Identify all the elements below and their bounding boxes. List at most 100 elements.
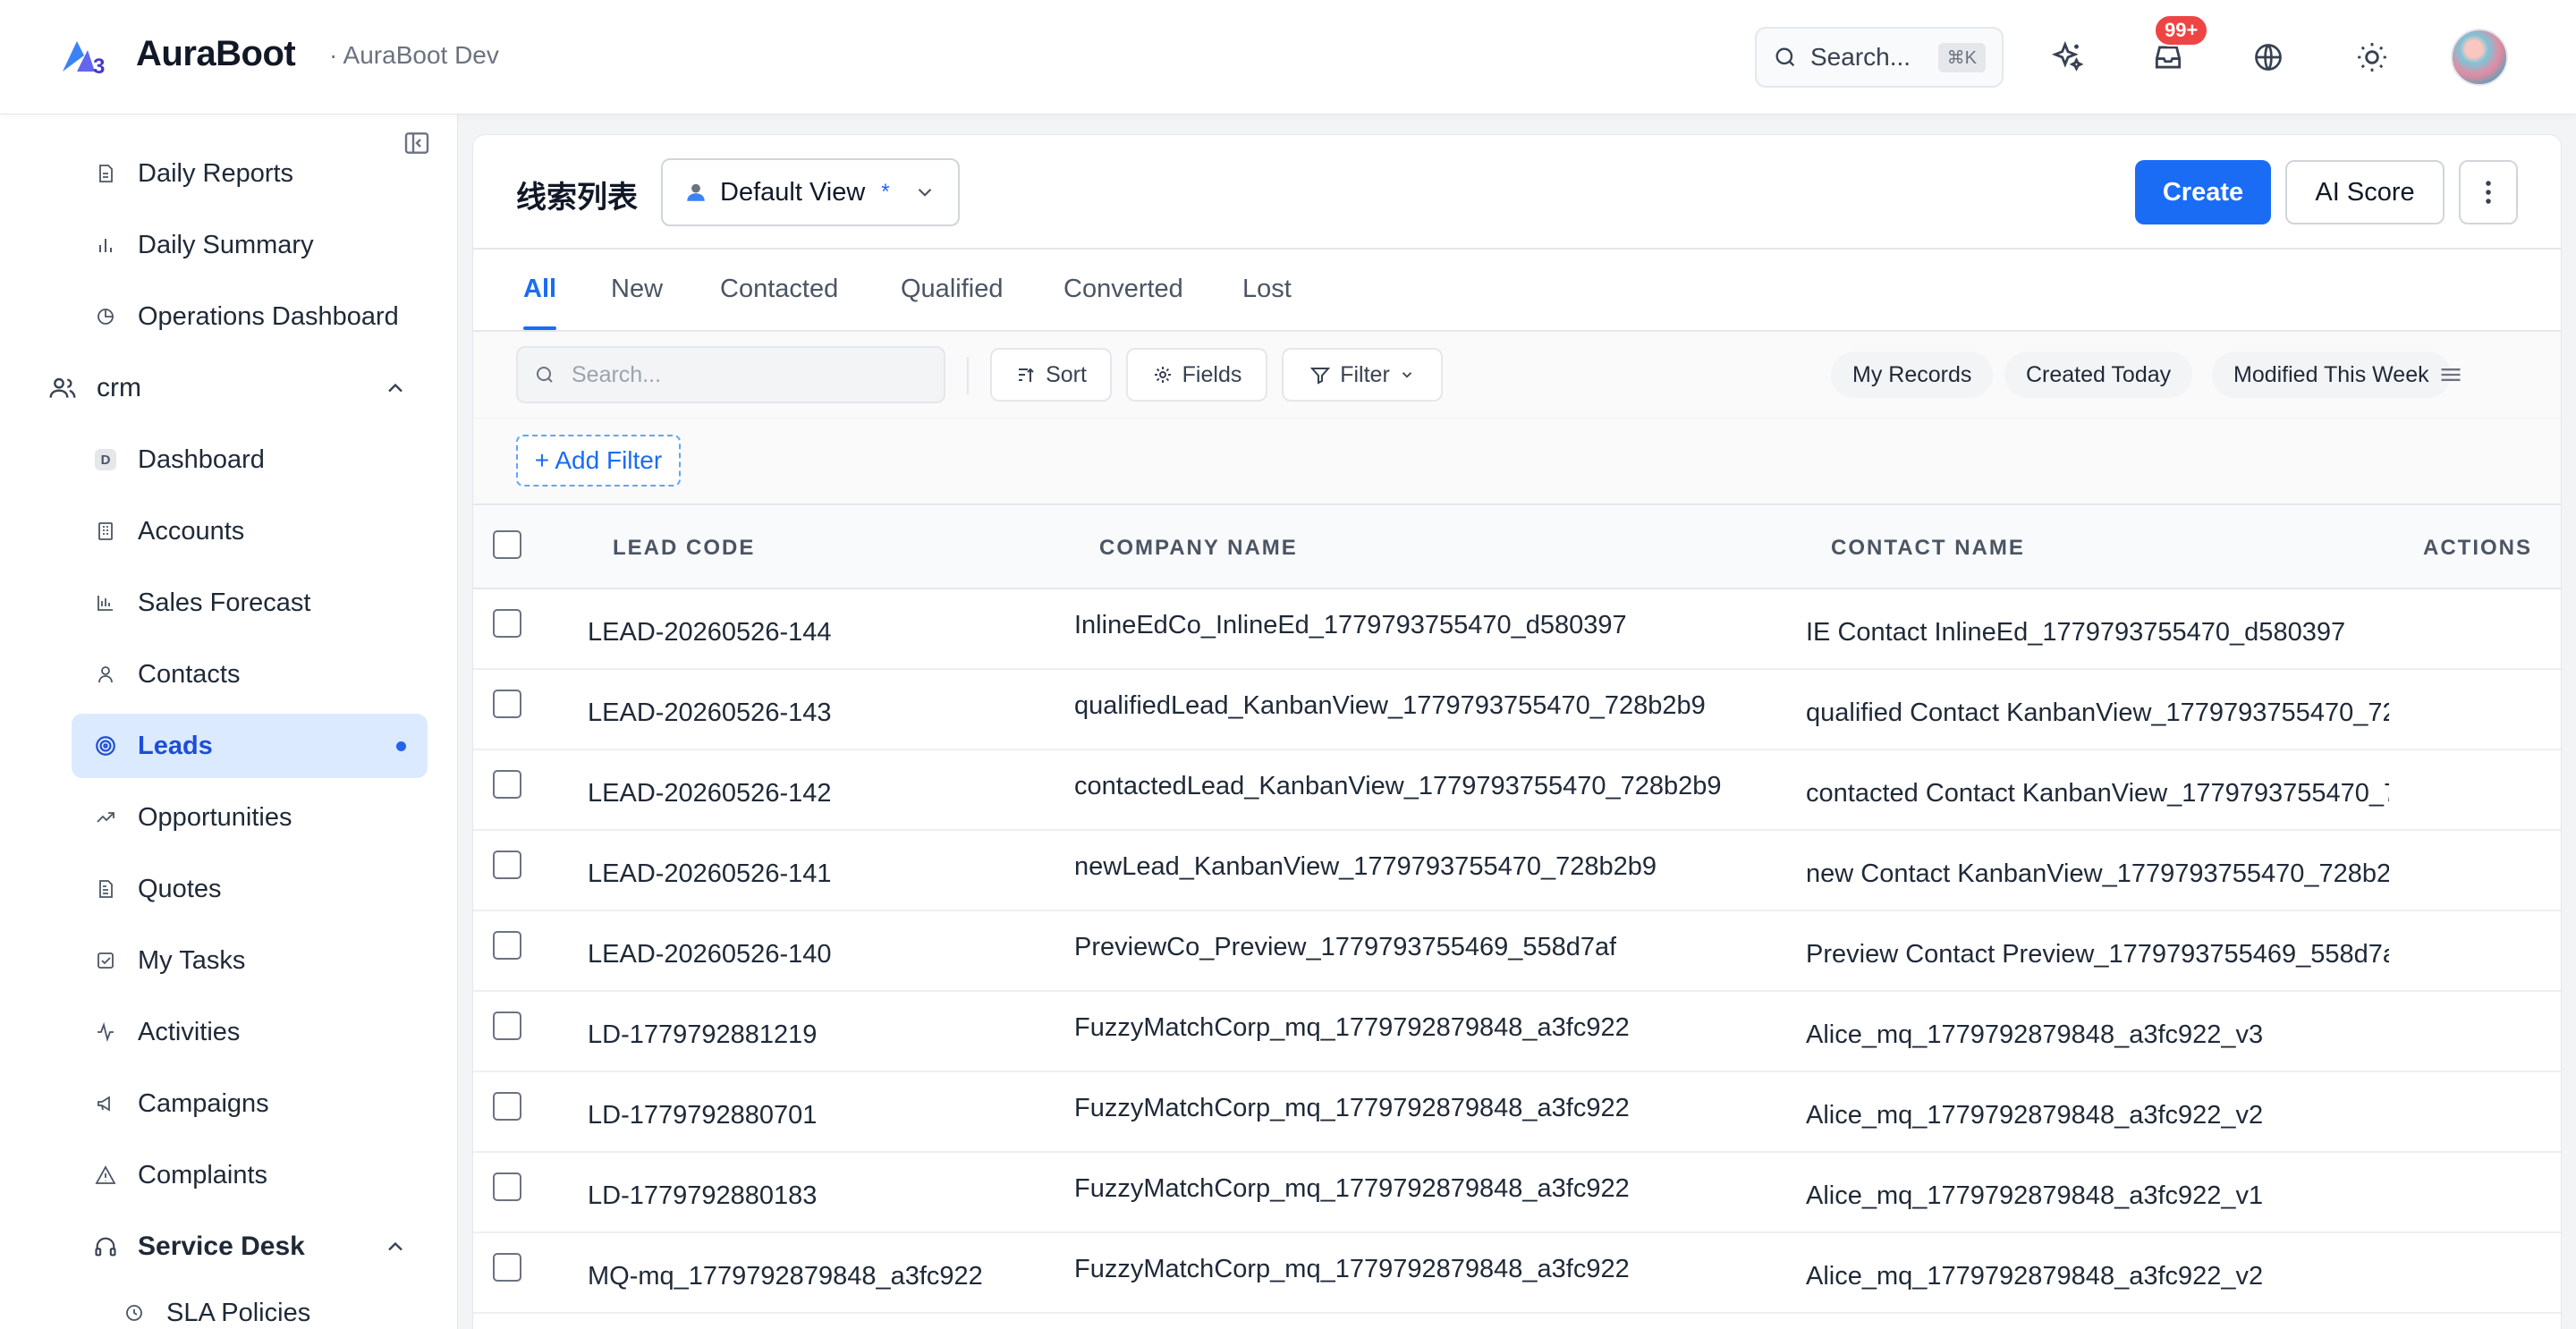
ai-sparkle-button[interactable] — [2046, 36, 2089, 79]
row-checkbox[interactable] — [493, 1092, 521, 1121]
add-filter-button[interactable]: + Add Filter — [516, 435, 681, 487]
more-actions-button[interactable] — [2459, 160, 2518, 224]
sidebar-item-quotes[interactable]: Quotes — [72, 857, 428, 921]
active-indicator-dot — [396, 741, 406, 751]
sidebar-item-label: My Tasks — [138, 945, 246, 975]
company-name-cell: FuzzyMatchCorp_mq_1779792879848_a3fc922 — [1074, 1255, 1630, 1283]
row-checkbox[interactable] — [493, 770, 521, 799]
lead-code-cell[interactable]: LD-1779792881219 — [588, 1020, 817, 1050]
sidebar-item-sales-forecast[interactable]: Sales Forecast — [72, 571, 428, 635]
menu-lines-icon[interactable] — [2437, 362, 2464, 387]
tab-lost[interactable]: Lost — [1242, 248, 1292, 330]
sidebar-item-campaigns[interactable]: Campaigns — [72, 1071, 428, 1136]
tab-qualified[interactable]: Qualified — [901, 248, 1003, 330]
tab-contacted[interactable]: Contacted — [720, 248, 838, 330]
lead-code-cell[interactable]: LEAD-20260526-144 — [588, 618, 831, 648]
tab-converted[interactable]: Converted — [1063, 248, 1183, 330]
view-selector[interactable]: Default View * — [661, 158, 960, 226]
lead-code-cell[interactable]: LD-1779792880701 — [588, 1101, 817, 1130]
column-header-actions: ACTIONS — [2423, 536, 2532, 560]
table-row[interactable]: LEAD-20260526-144 InlineEdCo_InlineEd_17… — [473, 589, 2561, 670]
sidebar-item-my-tasks[interactable]: My Tasks — [72, 928, 428, 993]
lead-code-cell[interactable]: LD-1779792880183 — [588, 1181, 817, 1211]
lead-code-cell[interactable]: MQ-mq_1779792879848_a3fc922 — [588, 1262, 983, 1291]
top-header: 3 AuraBoot · AuraBoot Dev Search... ⌘K 9… — [0, 0, 2576, 114]
sidebar-item-daily-summary[interactable]: Daily Summary — [72, 213, 428, 277]
brand-name[interactable]: AuraBoot — [136, 34, 296, 74]
column-header-contact-name[interactable]: CONTACT NAME — [1831, 536, 2025, 561]
theme-toggle-button[interactable] — [2351, 36, 2394, 79]
ai-score-button[interactable]: AI Score — [2285, 160, 2445, 224]
search-icon — [1775, 47, 1795, 67]
table-row[interactable]: LEAD-20260526-142 contactedLead_KanbanVi… — [473, 750, 2561, 831]
company-name-cell: PreviewCo_Preview_1779793755469_558d7af — [1074, 933, 1617, 961]
sort-button[interactable]: Sort — [990, 348, 1112, 402]
quick-filter-modified-this-week[interactable]: Modified This Week — [2212, 351, 2451, 398]
sidebar-item-contacts[interactable]: Contacts — [72, 642, 428, 707]
row-checkbox[interactable] — [493, 1012, 521, 1040]
create-button[interactable]: Create — [2135, 160, 2271, 224]
table-row[interactable]: LEAD-20260526-141 newLead_KanbanView_177… — [473, 831, 2561, 911]
company-name-cell: InlineEdCo_InlineEd_1779793755470_d58039… — [1074, 611, 1627, 639]
sparkle-icon — [2051, 40, 2084, 72]
table-row[interactable]: LEAD-20260526-143 qualifiedLead_KanbanVi… — [473, 670, 2561, 750]
column-header-company-name[interactable]: COMPANY NAME — [1099, 536, 1298, 561]
environment-label: · AuraBoot Dev — [329, 41, 499, 69]
sidebar-item-activities[interactable]: Activities — [72, 1000, 428, 1064]
tab-all[interactable]: All — [523, 248, 557, 330]
more-vertical-icon — [2486, 181, 2491, 204]
contact-name-cell: Alice_mq_1779792879848_a3fc922_v2 — [1806, 1101, 2264, 1130]
lead-code-cell[interactable]: LEAD-20260526-143 — [588, 698, 831, 728]
sun-icon — [2358, 43, 2386, 72]
quick-filter-created-today[interactable]: Created Today — [2004, 351, 2193, 398]
table-row[interactable]: LD-1779792880701 FuzzyMatchCorp_mq_17797… — [473, 1072, 2561, 1153]
sidebar-item-dashboard[interactable]: D Dashboard — [72, 427, 428, 492]
auraboot-logo-icon[interactable]: 3 — [59, 36, 111, 77]
filter-button[interactable]: Filter — [1282, 348, 1443, 402]
file-icon — [99, 165, 113, 182]
sidebar-item-daily-reports[interactable]: Daily Reports — [72, 141, 428, 206]
select-all-checkbox[interactable] — [493, 530, 521, 559]
user-avatar[interactable] — [2451, 29, 2508, 86]
fields-button[interactable]: Fields — [1126, 348, 1267, 402]
sidebar-item-opportunities[interactable]: Opportunities — [72, 785, 428, 850]
column-header-lead-code[interactable]: LEAD CODE — [613, 536, 755, 561]
global-search[interactable]: Search... ⌘K — [1755, 27, 2004, 88]
table-row[interactable]: LEAD-20260526-140 PreviewCo_Preview_1779… — [473, 911, 2561, 992]
company-name-cell: qualifiedLead_KanbanView_1779793755470_7… — [1074, 691, 1706, 720]
row-checkbox[interactable] — [493, 1172, 521, 1201]
row-checkbox[interactable] — [493, 931, 521, 960]
sidebar-group-service-desk[interactable]: Service Desk — [72, 1215, 428, 1279]
sidebar-item-label: Quotes — [138, 874, 222, 903]
table-row[interactable]: LD-1779792881219 FuzzyMatchCorp_mq_17797… — [473, 992, 2561, 1072]
quick-filter-my-records[interactable]: My Records — [1831, 351, 1994, 398]
megaphone-icon — [97, 1096, 110, 1112]
activity-icon — [97, 1021, 114, 1043]
sidebar-item-accounts[interactable]: Accounts — [72, 499, 428, 563]
list-search-placeholder: Search... — [572, 361, 662, 387]
sidebar-item-leads[interactable]: Leads — [72, 714, 428, 778]
sidebar-item-operations-dashboard[interactable]: Operations Dashboard — [72, 284, 428, 349]
table-row[interactable]: MQ-mq_1779792879848_a3fc922 FuzzyMatchCo… — [473, 1233, 2561, 1314]
table-row[interactable]: LD-1779792880183 FuzzyMatchCorp_mq_17797… — [473, 1153, 2561, 1233]
company-name-cell: FuzzyMatchCorp_mq_1779792879848_a3fc922 — [1074, 1094, 1630, 1122]
chevron-down-icon — [1402, 372, 1411, 378]
list-search-input[interactable]: Search... — [516, 346, 945, 403]
row-checkbox[interactable] — [493, 1253, 521, 1282]
lead-code-cell[interactable]: LEAD-20260526-142 — [588, 779, 831, 808]
sidebar-item-complaints[interactable]: Complaints — [72, 1143, 428, 1207]
language-button[interactable] — [2247, 36, 2290, 79]
row-checkbox[interactable] — [493, 609, 521, 638]
lead-code-cell[interactable]: LEAD-20260526-140 — [588, 940, 831, 969]
row-checkbox[interactable] — [493, 851, 521, 879]
lead-code-cell[interactable]: LEAD-20260526-141 — [588, 859, 831, 889]
sort-icon — [1019, 368, 1034, 382]
bar-chart-icon — [99, 239, 112, 252]
tab-new[interactable]: New — [611, 248, 663, 330]
page-title: 线索列表 — [516, 181, 638, 215]
sidebar-item-sla-policies[interactable]: SLA Policies — [100, 1281, 456, 1329]
contact-name-cell: Alice_mq_1779792879848_a3fc922_v3 — [1806, 1020, 2264, 1049]
sidebar: Daily Reports Daily Summary Operations D… — [0, 114, 458, 1329]
sidebar-group-crm[interactable]: crm — [48, 356, 428, 420]
row-checkbox[interactable] — [493, 690, 521, 718]
